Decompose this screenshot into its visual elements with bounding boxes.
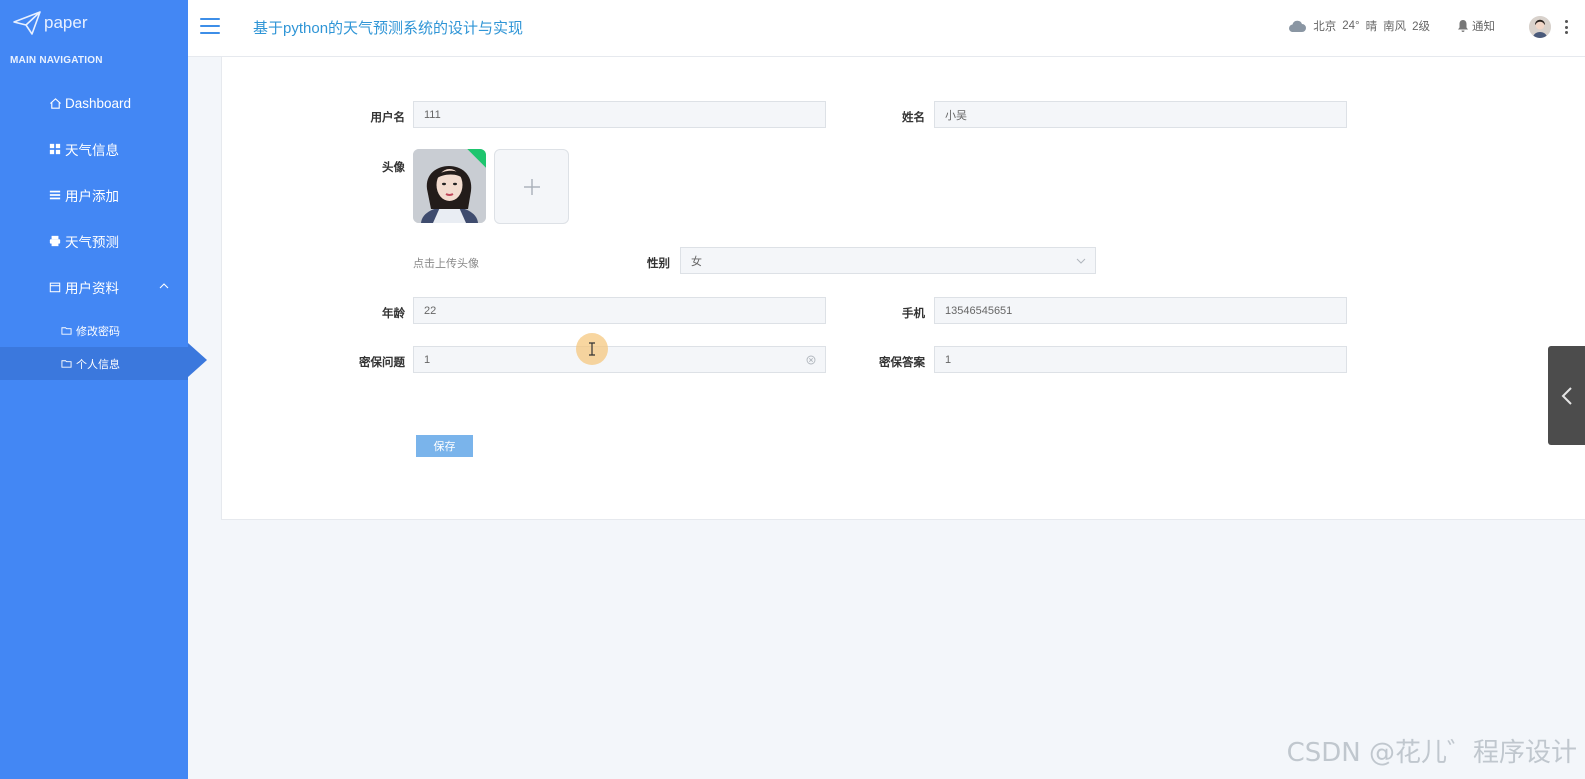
sidebar-item-dashboard[interactable]: Dashboard — [0, 83, 188, 123]
clear-circle-icon[interactable] — [806, 355, 816, 365]
sidebar-item-label: Dashboard — [65, 95, 132, 111]
username-field[interactable]: 111 — [413, 101, 826, 128]
security-question-value: 1 — [424, 353, 431, 366]
sidebar-item-label: 用户添加 — [65, 189, 119, 204]
printer-icon — [48, 234, 62, 248]
security-answer-label: 密保答案 — [879, 357, 925, 369]
sidebar-subitem-label: 修改密码 — [76, 325, 120, 338]
name-label: 姓名 — [902, 112, 925, 124]
username-label: 用户名 — [370, 112, 406, 124]
notification-label: 通知 — [1472, 21, 1495, 33]
more-vertical-icon[interactable] — [1563, 18, 1569, 36]
user-avatar[interactable] — [1529, 16, 1551, 38]
gender-value: 女 — [691, 255, 702, 268]
sidebar-item-user-add[interactable]: 用户添加 — [0, 175, 188, 215]
age-label: 年龄 — [382, 308, 405, 320]
right-panel-toggle[interactable] — [1548, 346, 1585, 445]
age-field[interactable]: 22 — [413, 297, 826, 324]
weather-condition: 晴 — [1365, 21, 1378, 33]
sidebar-subitem-label: 个人信息 — [76, 358, 120, 371]
sidebar-item-label: 用户资料 — [65, 281, 119, 296]
logo[interactable]: paper — [12, 10, 87, 36]
sidebar-item-label: 天气预测 — [65, 235, 119, 250]
watermark: CSDN @花儿゛程序设计 — [1286, 738, 1577, 768]
phone-label: 手机 — [902, 308, 925, 320]
avatar-label: 头像 — [382, 162, 405, 174]
text-cursor-icon — [589, 342, 595, 356]
top-header: 基于python的天气预测系统的设计与实现 北京 24° 晴 南风 2级 通知 — [188, 0, 1585, 57]
sidebar-item-weather-info[interactable]: 天气信息 — [0, 129, 188, 169]
bell-icon — [1458, 20, 1468, 32]
upload-hint: 点击上传头像 — [413, 258, 479, 270]
gender-label: 性别 — [647, 258, 670, 270]
sidebar: paper MAIN NAVIGATION Dashboard 天气信息 用户添… — [0, 0, 188, 779]
paper-plane-icon — [13, 11, 41, 35]
security-question-select[interactable]: 1 — [413, 346, 826, 373]
nav-section-title: MAIN NAVIGATION — [10, 55, 103, 66]
active-indicator-arrow — [188, 343, 207, 377]
security-answer-field[interactable]: 1 — [934, 346, 1347, 373]
home-icon — [48, 96, 62, 110]
weather-wind: 南风 — [1383, 21, 1407, 33]
weather-wind-level: 2级 — [1412, 21, 1430, 33]
avatar-upload-button[interactable] — [494, 149, 569, 224]
calendar-icon — [48, 280, 62, 294]
sidebar-item-weather-forecast[interactable]: 天气预测 — [0, 221, 188, 261]
plus-icon — [523, 178, 540, 195]
chevron-down-icon — [1076, 258, 1086, 264]
grid-icon — [48, 142, 62, 156]
chevron-up-icon — [159, 283, 169, 289]
folder-icon — [60, 325, 72, 337]
mouse-cursor-highlight — [576, 333, 608, 365]
weather-widget: 北京 24° 晴 南风 2级 — [1287, 18, 1430, 34]
sidebar-subitem-change-password[interactable]: 修改密码 — [0, 314, 188, 347]
chevron-left-icon — [1561, 386, 1572, 405]
menu-toggle-icon[interactable] — [200, 18, 220, 34]
name-field[interactable]: 小吴 — [934, 101, 1347, 128]
folder-icon — [60, 358, 72, 370]
security-question-label: 密保问题 — [359, 357, 405, 369]
sidebar-item-label: 天气信息 — [65, 143, 119, 158]
notification-button[interactable]: 通知 — [1457, 18, 1495, 34]
logo-text: paper — [44, 13, 88, 32]
save-button[interactable]: 保存 — [416, 435, 473, 457]
page-title: 基于python的天气预测系统的设计与实现 — [253, 20, 524, 37]
list-icon — [48, 188, 62, 202]
weather-city: 北京 — [1313, 21, 1337, 33]
gender-select[interactable]: 女 — [680, 247, 1096, 274]
avatar-preview[interactable] — [413, 149, 486, 223]
weather-temp: 24° — [1342, 20, 1360, 32]
sidebar-subitem-personal-info[interactable]: 个人信息 — [0, 347, 188, 380]
cloud-icon — [1289, 20, 1307, 32]
sidebar-item-user-profile[interactable]: 用户资料 — [0, 267, 188, 307]
phone-field[interactable]: 13546545651 — [934, 297, 1347, 324]
